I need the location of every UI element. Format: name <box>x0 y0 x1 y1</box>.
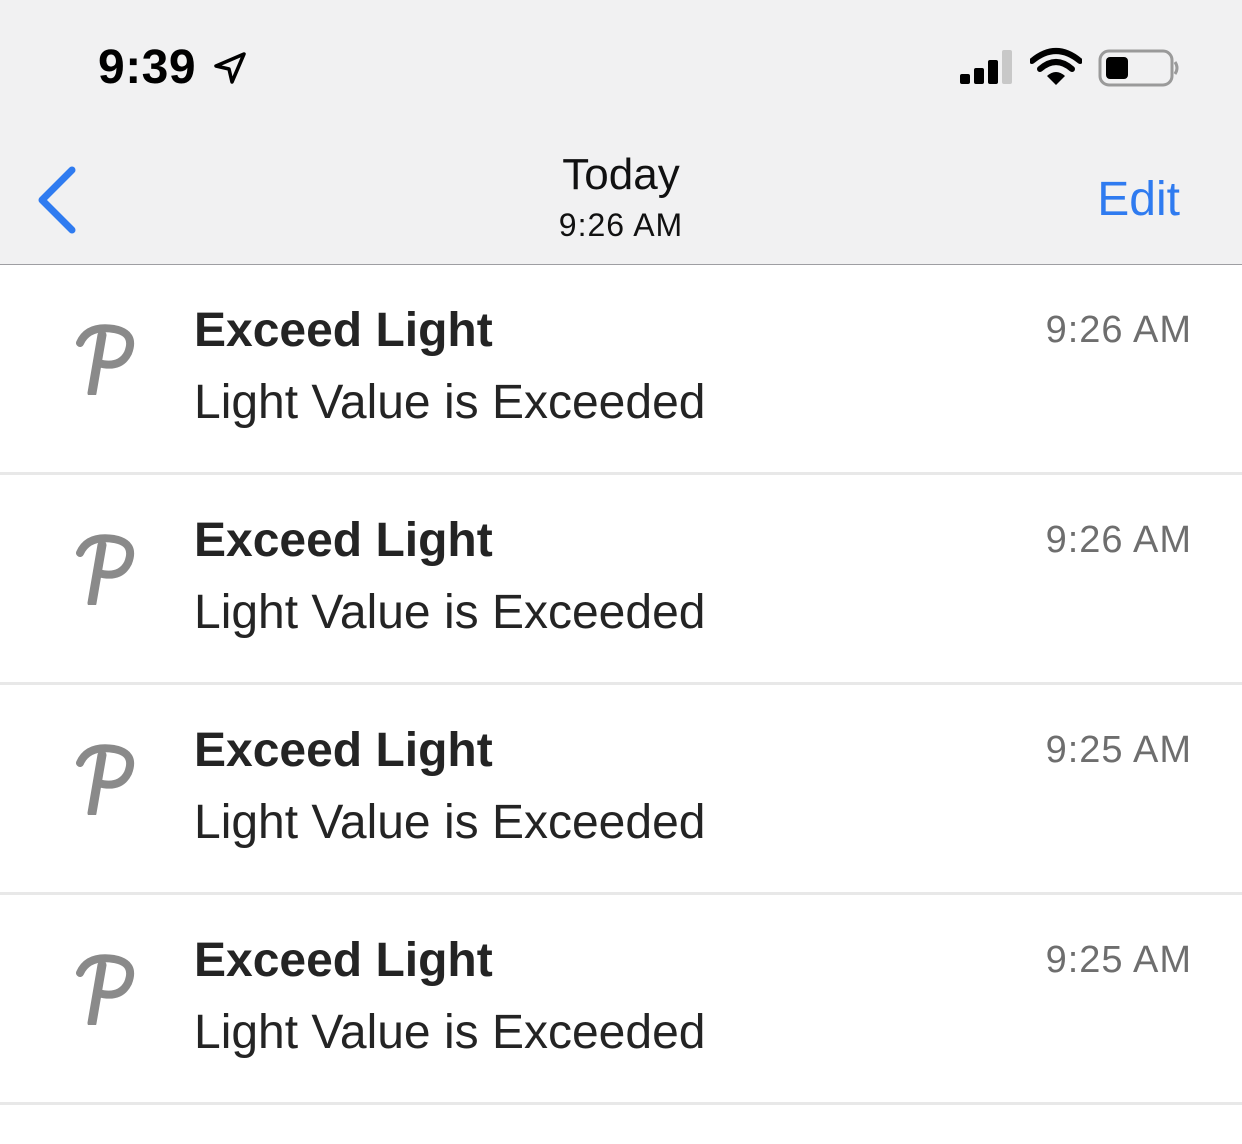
notification-list: Exceed Light Light Value is Exceeded 9:2… <box>0 265 1242 1105</box>
notification-row[interactable]: Exceed Light Light Value is Exceeded 9:2… <box>0 895 1242 1105</box>
wifi-icon <box>1029 47 1083 87</box>
notification-time: 9:26 AM <box>1045 309 1192 351</box>
notification-title: Exceed Light <box>194 934 493 987</box>
notification-time: 9:25 AM <box>1045 729 1192 771</box>
notification-body: Light Value is Exceeded <box>194 796 706 849</box>
battery-icon <box>1098 48 1180 88</box>
notification-body: Light Value is Exceeded <box>194 376 706 429</box>
location-arrow-icon <box>212 50 248 86</box>
notification-row[interactable]: Exceed Light Light Value is Exceeded 9:2… <box>0 265 1242 475</box>
status-time: 9:39 <box>98 41 197 94</box>
app-p-logo-icon <box>74 323 138 398</box>
notification-title: Exceed Light <box>194 304 493 357</box>
top-bar: 9:39 Today 9:26 AM Edit <box>0 0 1242 265</box>
app-p-logo-icon <box>74 743 138 818</box>
notification-title: Exceed Light <box>194 514 493 567</box>
notification-row[interactable]: Exceed Light Light Value is Exceeded 9:2… <box>0 685 1242 895</box>
notification-body: Light Value is Exceeded <box>194 586 706 639</box>
edit-button[interactable]: Edit <box>1097 172 1180 227</box>
notification-body: Light Value is Exceeded <box>194 1006 706 1059</box>
notification-title: Exceed Light <box>194 724 493 777</box>
page-title: Today <box>562 150 680 199</box>
page-subtitle: 9:26 AM <box>558 207 684 243</box>
notification-row[interactable]: Exceed Light Light Value is Exceeded 9:2… <box>0 475 1242 685</box>
cellular-signal-icon <box>958 48 1016 86</box>
app-p-logo-icon <box>74 953 138 1028</box>
notification-time: 9:26 AM <box>1045 519 1192 561</box>
notification-time: 9:25 AM <box>1045 939 1192 981</box>
app-p-logo-icon <box>74 533 138 608</box>
